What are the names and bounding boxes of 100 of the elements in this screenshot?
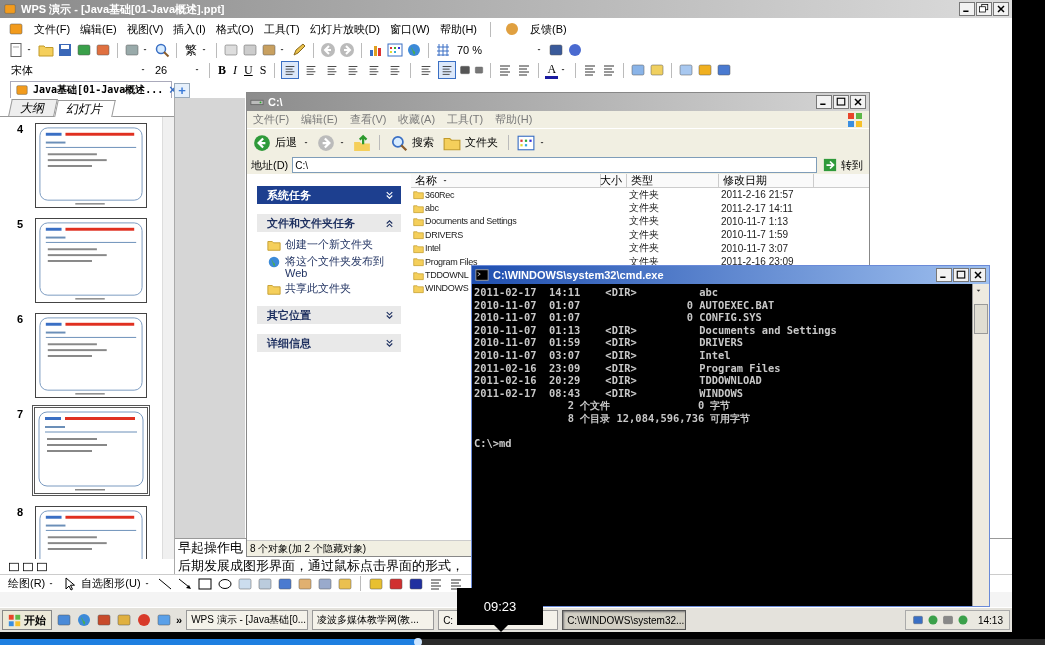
underline-button[interactable]: U [242, 63, 255, 77]
file-name[interactable]: TDDOWNL [425, 270, 469, 281]
expand-chevron-icon[interactable] [384, 337, 395, 349]
quick-launch-icon[interactable] [76, 612, 92, 628]
task-group-header[interactable]: 其它位置 [257, 306, 401, 324]
menu-item[interactable]: 收藏(A) [398, 112, 436, 127]
binoculars-icon[interactable] [548, 42, 564, 58]
file-name[interactable]: Program Files [425, 256, 478, 267]
address-field[interactable]: C:\ [292, 157, 817, 173]
sorter-view-icon[interactable] [22, 560, 34, 573]
task-group-header[interactable]: 文件和文件夹任务 [257, 214, 401, 232]
progress-thumb[interactable] [414, 638, 422, 645]
console-prompt[interactable]: C:\>md [474, 437, 970, 450]
slide-thumbnail[interactable] [35, 218, 147, 303]
slideshow-view-icon[interactable] [36, 560, 48, 573]
grid-icon[interactable] [435, 42, 451, 58]
brush-icon[interactable] [291, 42, 307, 58]
paint-bucket-icon[interactable] [716, 62, 733, 78]
menu-item[interactable]: 编辑(E) [80, 21, 117, 37]
save-icon[interactable] [57, 42, 73, 58]
scroll-thumb[interactable] [974, 304, 988, 334]
wordart-icon[interactable] [276, 575, 293, 592]
menu-item[interactable]: 工具(T) [447, 112, 484, 127]
file-name[interactable]: WINDOWS [425, 283, 469, 294]
font-color-button[interactable]: A [545, 61, 559, 79]
menu-item[interactable]: 窗口(W) [390, 21, 430, 37]
column-header[interactable]: 修改日期 [719, 174, 814, 187]
draw-menu[interactable]: 绘图(R) [8, 576, 46, 591]
menu-item[interactable]: 幻灯片放映(D) [309, 21, 380, 37]
menu-item[interactable]: 文件(F) [253, 112, 290, 127]
menu-item[interactable]: 编辑(E) [301, 112, 338, 127]
zoom-field[interactable]: 70 % [454, 42, 534, 58]
menu-item[interactable]: 视图(V) [126, 21, 164, 37]
bold-button[interactable]: B [216, 63, 228, 77]
rectangle-icon[interactable] [196, 575, 213, 592]
slide-thumbnail[interactable] [35, 313, 147, 398]
menu-item[interactable]: 插入(I) [173, 21, 206, 37]
export-icon[interactable] [76, 42, 92, 58]
file-name[interactable]: Documents and Settings [425, 216, 517, 227]
autoshapes-menu[interactable]: 自选图形(U) [81, 576, 141, 591]
task-link[interactable]: 共享此文件夹 [285, 282, 351, 294]
file-name[interactable]: abc [425, 203, 439, 214]
clipart-icon[interactable] [316, 575, 333, 592]
new-tab-button[interactable]: + [174, 83, 190, 98]
collapse-chevron-icon[interactable] [384, 217, 395, 229]
folder-up-icon[interactable] [353, 133, 371, 152]
menu-item[interactable]: 文件(F) [34, 21, 71, 37]
fill-color-icon[interactable] [367, 575, 384, 592]
tray-icon[interactable] [926, 614, 939, 626]
scrollbar[interactable] [972, 284, 989, 606]
menu-item[interactable]: 格式(O) [215, 21, 254, 37]
file-name[interactable]: Intel [425, 243, 441, 254]
printer-icon[interactable] [124, 42, 140, 58]
layout-icon[interactable] [678, 62, 695, 78]
quick-launch-icon[interactable] [136, 612, 152, 628]
task-link[interactable]: 将这个文件夹发布到 Web [285, 255, 390, 279]
panel-tab[interactable]: 幻灯片 [54, 100, 116, 117]
menu-item[interactable]: 帮助(H) [495, 112, 533, 127]
taskbar-button[interactable]: WPS 演示 - [Java基础[0... [186, 610, 309, 630]
back-button[interactable]: 后退 [251, 133, 299, 152]
globe-icon[interactable] [406, 42, 422, 58]
shadow-button[interactable]: S [257, 63, 269, 77]
start-button[interactable]: 开始 [2, 610, 52, 630]
go-button[interactable]: 转到 [821, 157, 865, 173]
column-header[interactable]: 大小 [601, 174, 627, 187]
menu-item[interactable]: 查看(V) [349, 112, 387, 127]
task-group-header[interactable]: 系统任务 [257, 186, 401, 204]
folders-button[interactable]: 文件夹 [441, 133, 500, 152]
font-size-field[interactable]: 26 [152, 62, 192, 78]
expand-chevron-icon[interactable] [384, 309, 395, 321]
quick-launch-icon[interactable] [156, 612, 172, 628]
expand-chevron-icon[interactable] [384, 189, 395, 201]
quick-launch-icon[interactable] [96, 612, 112, 628]
new-document-icon[interactable] [8, 42, 24, 58]
file-name[interactable]: 360Rec [425, 189, 455, 200]
go-arrow-icon[interactable] [823, 158, 837, 172]
traditional-chinese-button[interactable]: 繁 [183, 43, 199, 57]
picture-icon[interactable] [630, 62, 647, 78]
table-icon[interactable] [697, 62, 714, 78]
paste-icon[interactable] [261, 42, 277, 58]
font-field[interactable]: 宋体 [8, 62, 138, 78]
tray-icon[interactable] [956, 614, 969, 626]
normal-view-icon[interactable] [8, 560, 20, 573]
menu-item[interactable]: 帮助(H) [439, 21, 477, 37]
file-name[interactable]: DRIVERS [425, 229, 463, 240]
table-icon[interactable] [387, 42, 403, 58]
slide-thumbnail[interactable] [32, 405, 150, 496]
font-color-icon[interactable] [407, 575, 424, 592]
search-button[interactable]: 搜索 [388, 133, 436, 152]
diagram-icon[interactable] [296, 575, 313, 592]
pdf-icon[interactable] [95, 42, 111, 58]
quick-launch-icon[interactable] [56, 612, 72, 628]
taskbar-button[interactable]: C:\WINDOWS\system32... [562, 610, 687, 630]
panel-tab[interactable]: 大纲 [8, 99, 58, 116]
tray-icon[interactable] [941, 614, 954, 626]
task-link[interactable]: 创建一个新文件夹 [285, 238, 373, 250]
menu-item[interactable]: 工具(T) [263, 21, 300, 37]
help-icon[interactable] [567, 42, 583, 58]
slide-thumbnail[interactable] [35, 123, 147, 208]
views-icon[interactable] [517, 133, 535, 152]
